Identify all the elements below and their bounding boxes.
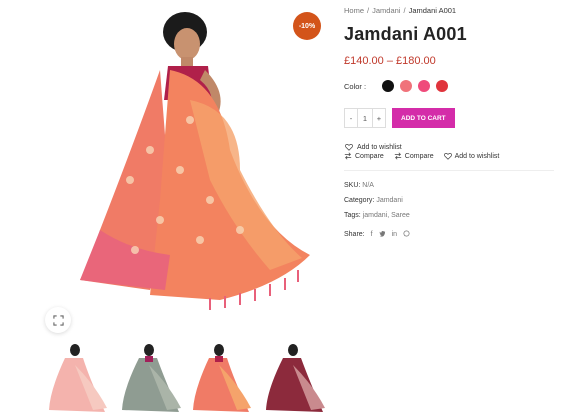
- sku-value: N/A: [362, 182, 374, 189]
- color-selector: Color :: [344, 80, 449, 92]
- facebook-icon[interactable]: f: [371, 231, 373, 238]
- category-row: Category: Jamdani: [344, 197, 403, 204]
- category-label: Category:: [344, 197, 375, 204]
- sku-label: SKU:: [344, 182, 361, 189]
- tags-links[interactable]: jamdani, Saree: [363, 212, 410, 219]
- add-to-cart-row: - 1 + ADD TO CART: [344, 108, 455, 128]
- compare-label: Compare: [404, 152, 434, 160]
- compare-icon: [394, 152, 401, 160]
- quantity-stepper: - 1 +: [344, 108, 386, 128]
- divider: [344, 170, 554, 171]
- whatsapp-icon[interactable]: [403, 230, 410, 239]
- product-actions: Compare Compare Add to wishlist: [344, 152, 499, 160]
- quantity-increase-button[interactable]: +: [373, 109, 385, 127]
- swatch-salmon[interactable]: [400, 80, 413, 92]
- thumbnail-4[interactable]: [261, 340, 329, 420]
- product-gallery: -10%: [0, 0, 330, 420]
- breadcrumb: Home / Jamdani / Jamdani A001: [344, 6, 456, 15]
- zoom-button[interactable]: [45, 307, 71, 333]
- product-summary: Home / Jamdani / Jamdani A001 Jamdani A001 £…: [344, 0, 559, 420]
- swatch-black[interactable]: [382, 80, 395, 92]
- breadcrumb-separator: /: [367, 6, 370, 15]
- heart-icon: [443, 152, 452, 160]
- heart-icon: [345, 143, 353, 151]
- add-to-cart-button[interactable]: ADD TO CART: [392, 108, 455, 128]
- share-label: Share:: [344, 231, 365, 238]
- compare-link[interactable]: Compare: [344, 152, 384, 160]
- share-row: Share: f in: [344, 230, 410, 239]
- swatch-red[interactable]: [436, 80, 449, 92]
- quantity-input[interactable]: 1: [357, 109, 373, 127]
- breadcrumb-home[interactable]: Home: [344, 6, 364, 15]
- discount-badge: -10%: [293, 12, 321, 40]
- breadcrumb-category[interactable]: Jamdani: [372, 6, 400, 15]
- thumbnail-1[interactable]: [45, 340, 113, 420]
- product-title: Jamdani A001: [344, 24, 467, 44]
- product-price: £140.00 – £180.00: [344, 55, 436, 67]
- linkedin-icon[interactable]: in: [392, 231, 397, 238]
- breadcrumb-current: Jamdani A001: [408, 6, 457, 15]
- breadcrumb-separator: /: [403, 6, 406, 15]
- add-to-wishlist-link-2[interactable]: Add to wishlist: [443, 152, 500, 160]
- swatch-pink[interactable]: [418, 80, 431, 92]
- expand-icon: [52, 314, 64, 326]
- tags-row: Tags: jamdani, Saree: [344, 212, 410, 219]
- tags-label: Tags:: [344, 212, 361, 219]
- main-product-image[interactable]: [40, 0, 330, 330]
- wishlist-label: Add to wishlist: [454, 152, 500, 160]
- category-link[interactable]: Jamdani: [376, 197, 402, 204]
- thumbnail-2[interactable]: [117, 340, 185, 420]
- thumbnail-3[interactable]: [189, 340, 257, 420]
- wishlist-label: Add to wishlist: [357, 143, 402, 151]
- add-to-wishlist-link[interactable]: Add to wishlist: [345, 143, 402, 151]
- quantity-decrease-button[interactable]: -: [345, 109, 357, 127]
- thumbnail-strip: [45, 340, 335, 420]
- twitter-icon[interactable]: [379, 230, 386, 239]
- compare-icon: [344, 152, 352, 160]
- compare-label: Compare: [355, 152, 384, 160]
- saree-photo: [80, 12, 310, 310]
- color-label: Color :: [344, 81, 367, 91]
- sku-row: SKU: N/A: [344, 182, 374, 189]
- compare-link-2[interactable]: Compare: [394, 152, 434, 160]
